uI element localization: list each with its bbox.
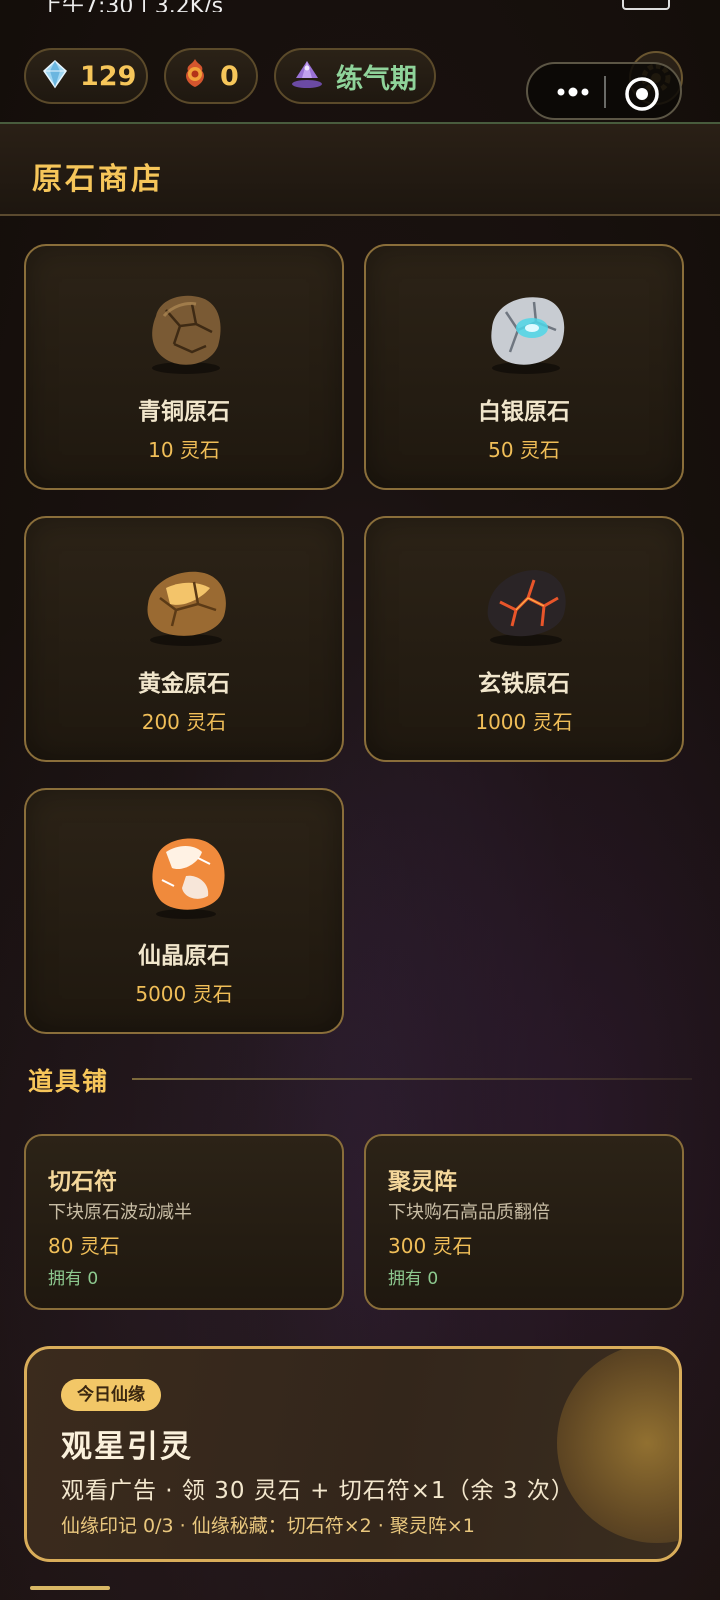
dark-iron-ore-icon [487, 570, 566, 646]
mini-program-capsule [526, 62, 682, 120]
tool-owned-count: 拥有 0 [388, 1269, 439, 1289]
tools-section-title: 道具铺 [28, 1067, 110, 1096]
ore-name: 黄金原石 [138, 671, 230, 697]
ore-name: 玄铁原石 [478, 671, 570, 697]
bottom-tab-indicator [30, 1586, 110, 1590]
tool-card-stone-cutting-talisman[interactable]: 切石符 下块原石波动减半 80 灵石 拥有 0 [24, 1134, 344, 1310]
close-mini-program-button[interactable] [622, 74, 662, 114]
ore-card-immortal-crystal[interactable]: 仙晶原石 5000 灵石 [24, 788, 344, 1034]
ore-name: 仙晶原石 [138, 943, 230, 969]
gold-ore-icon [147, 571, 226, 646]
ore-card-dark-iron[interactable]: 玄铁原石 1000 灵石 [364, 516, 684, 762]
token-counter[interactable]: 0 [164, 48, 258, 104]
tool-description: 下块原石波动减半 [48, 1202, 192, 1223]
spirit-stone-count: 129 [80, 60, 137, 92]
promo-reward-text: 观看广告 · 领 30 灵石 + 切石符×1（余 3 次） [61, 1478, 575, 1504]
status-bar-text: 上午7:30 | 3.2K/s [40, 0, 223, 12]
promo-progress-text: 仙缘印记 0/3 · 仙缘秘藏：切石符×2 · 聚灵阵×1 [61, 1515, 475, 1537]
tool-name: 聚灵阵 [388, 1169, 457, 1195]
more-options-button[interactable] [546, 74, 606, 110]
tool-price: 80 灵石 [48, 1234, 120, 1258]
tool-name: 切石符 [48, 1169, 117, 1195]
realm-indicator[interactable]: 练气期 [274, 48, 436, 104]
promo-title: 观星引灵 [61, 1429, 193, 1465]
tool-card-spirit-array[interactable]: 聚灵阵 下块购石高品质翻倍 300 灵石 拥有 0 [364, 1134, 684, 1310]
ore-card-bronze[interactable]: 青铜原石 10 灵石 [24, 244, 344, 490]
spirit-stone-icon [40, 59, 70, 93]
status-bar: 上午7:30 | 3.2K/s [0, 0, 720, 12]
fire-medal-icon [180, 57, 210, 95]
tool-description: 下块购石高品质翻倍 [388, 1202, 550, 1223]
shop-header: 原石商店 [0, 124, 720, 216]
tool-price: 300 灵石 [388, 1234, 473, 1258]
immortal-crystal-ore-icon [152, 838, 225, 919]
page-title: 原石商店 [32, 162, 164, 197]
ore-price: 1000 灵石 [475, 710, 573, 734]
bronze-ore-icon [152, 295, 221, 374]
token-count: 0 [220, 60, 239, 92]
spirit-stone-counter[interactable]: 129 [24, 48, 148, 104]
daily-badge: 今日仙缘 [61, 1379, 161, 1411]
ore-card-silver[interactable]: 白银原石 50 灵石 [364, 244, 684, 490]
ore-price: 5000 灵石 [135, 982, 233, 1006]
section-divider [132, 1078, 692, 1080]
capsule-divider [604, 76, 606, 108]
tool-owned-count: 拥有 0 [48, 1269, 99, 1289]
ore-name: 青铜原石 [138, 399, 230, 425]
decorative-glow [557, 1349, 679, 1543]
battery-icon [622, 0, 670, 10]
ore-price: 200 灵石 [141, 710, 227, 734]
realm-altar-icon [290, 58, 324, 94]
silver-ore-icon [491, 297, 565, 374]
ore-card-gold[interactable]: 黄金原石 200 灵石 [24, 516, 344, 762]
realm-label: 练气期 [336, 63, 417, 95]
ore-name: 白银原石 [478, 399, 570, 425]
daily-ad-reward-card[interactable]: 今日仙缘 观星引灵 观看广告 · 领 30 灵石 + 切石符×1（余 3 次） … [24, 1346, 682, 1562]
ore-price: 50 灵石 [488, 438, 560, 462]
ore-price: 10 灵石 [148, 438, 220, 462]
